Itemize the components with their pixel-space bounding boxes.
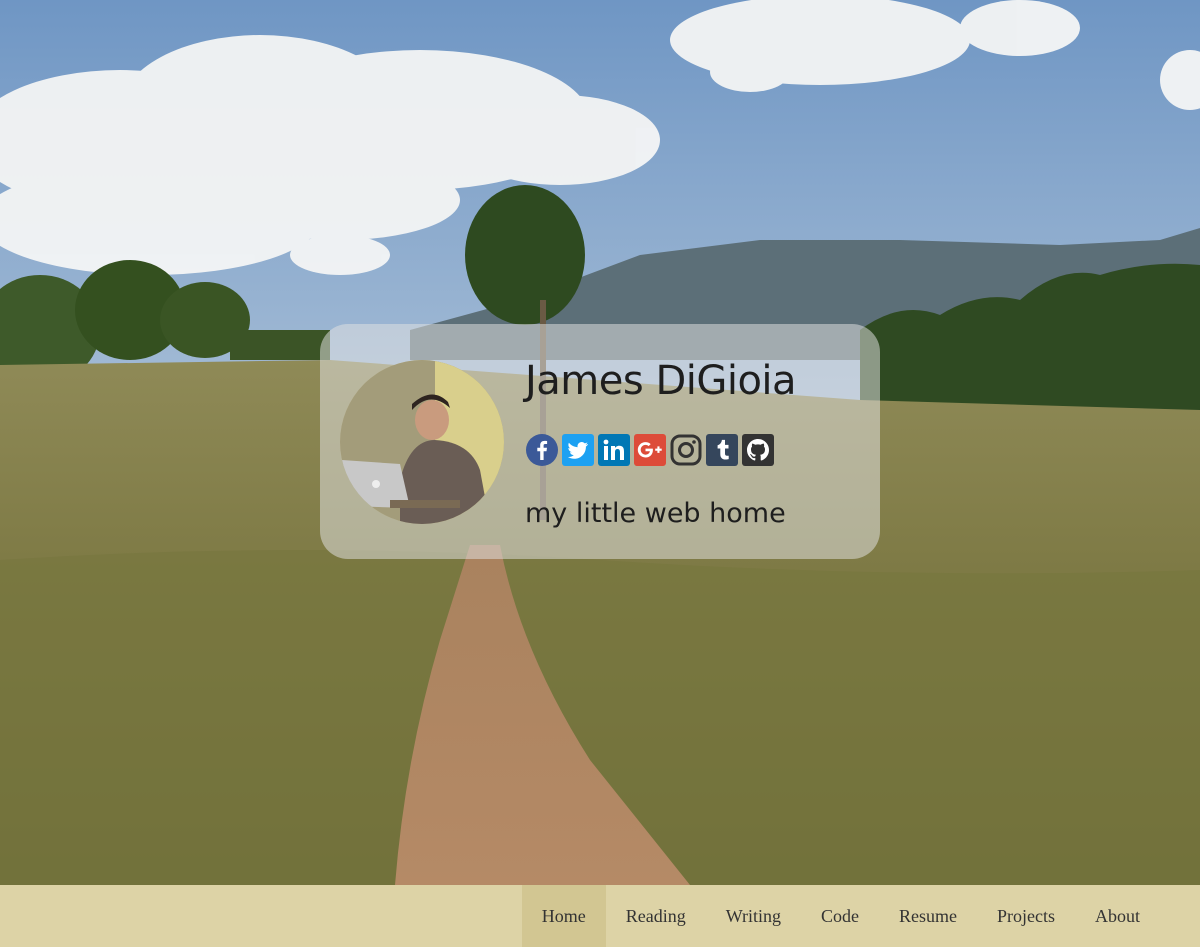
nav-item-resume[interactable]: Resume [879, 885, 977, 947]
tagline: my little web home [525, 498, 786, 529]
nav-menu: Home Reading Writing Code Resume Project… [521, 885, 1160, 947]
github-icon[interactable] [742, 434, 774, 466]
tumblr-icon[interactable] [706, 434, 738, 466]
nav-item-home[interactable]: Home [521, 885, 606, 947]
linkedin-icon[interactable] [598, 434, 630, 466]
nav-item-code[interactable]: Code [801, 885, 879, 947]
twitter-icon[interactable] [562, 434, 594, 466]
page: James DiGioia my little web home Home Re… [0, 0, 1200, 947]
facebook-icon[interactable] [526, 434, 558, 466]
profile-name: James DiGioia [525, 358, 797, 404]
avatar [340, 360, 504, 524]
nav-item-about[interactable]: About [1075, 885, 1160, 947]
nav-item-writing[interactable]: Writing [706, 885, 801, 947]
profile-card: James DiGioia my little web home [320, 324, 880, 559]
avatar-photo [340, 360, 504, 524]
nav-item-projects[interactable]: Projects [977, 885, 1075, 947]
social-links [526, 434, 774, 466]
google-plus-icon[interactable] [634, 434, 666, 466]
bottom-navbar: Home Reading Writing Code Resume Project… [0, 885, 1200, 947]
nav-item-reading[interactable]: Reading [606, 885, 706, 947]
instagram-icon[interactable] [670, 434, 702, 466]
